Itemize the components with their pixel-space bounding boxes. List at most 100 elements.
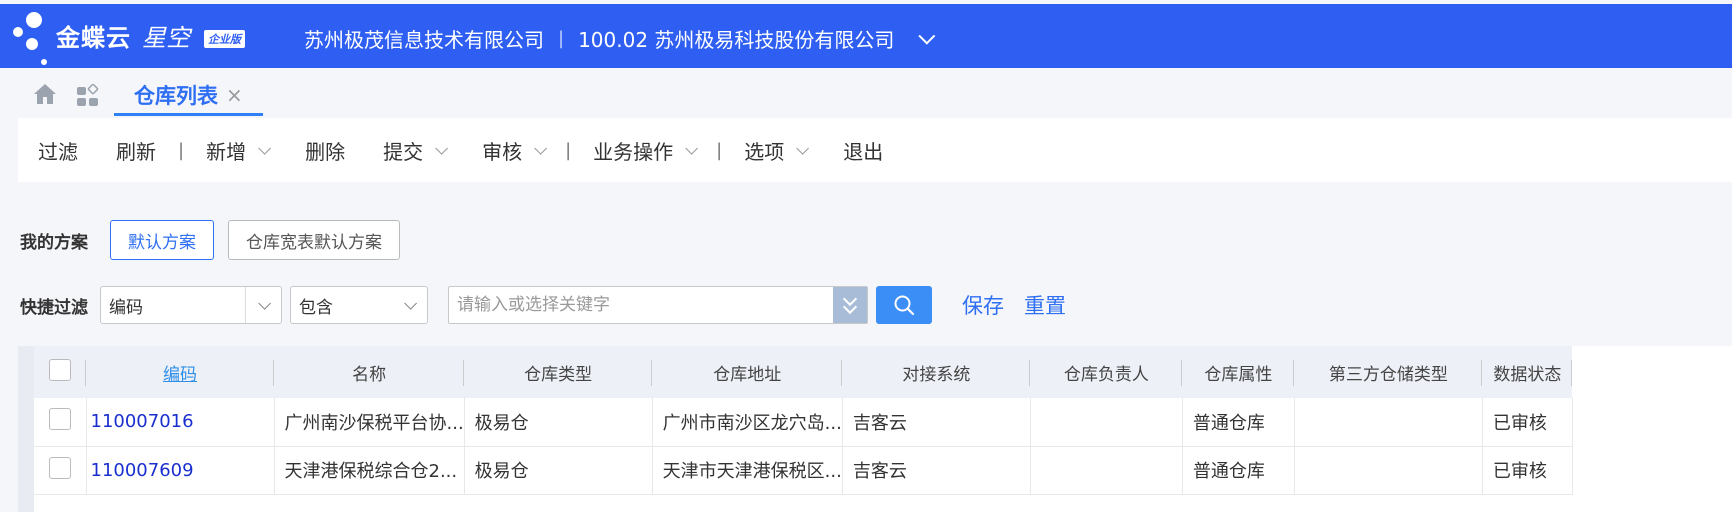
cell-type: 极易仓 [464, 446, 653, 495]
business-label: 业务操作 [593, 139, 674, 164]
search-icon [894, 295, 915, 316]
column-header-attribute[interactable]: 仓库属性 [1182, 346, 1295, 398]
table-row[interactable]: 110007016 广州南沙保税平台协... 极易仓 广州市南沙区龙穴岛... … [34, 398, 1573, 447]
refresh-button[interactable]: 刷新 [116, 136, 156, 165]
logo-dots-icon [13, 12, 47, 65]
reset-link[interactable]: 重置 [1024, 290, 1066, 320]
table-header-row: 编码 名称 仓库类型 仓库地址 对接系统 仓库负责人 仓库属性 第三方仓储类型 … [34, 346, 1573, 398]
edition-badge: 企业版 [204, 30, 245, 48]
exit-button[interactable]: 退出 [843, 136, 883, 165]
toolbar-separator: | [565, 139, 572, 161]
brand-logo[interactable]: 金蝶云 星空 企业版 [0, 4, 250, 68]
chevron-down-icon[interactable] [435, 141, 449, 155]
column-header-type[interactable]: 仓库类型 [464, 346, 653, 398]
grid-row-gutter [18, 346, 34, 512]
cell-address: 广州市南沙区龙穴岛... [652, 398, 843, 447]
add-label: 新增 [206, 139, 247, 164]
toolbar-separator: | [178, 139, 185, 161]
submit-button[interactable]: 提交 [383, 136, 449, 165]
column-header-third-party-type[interactable]: 第三方仓储类型 [1294, 346, 1483, 398]
chevron-down-icon[interactable] [258, 296, 271, 310]
audit-label: 审核 [482, 139, 523, 164]
select-all-checkbox-cell[interactable] [34, 346, 86, 398]
action-toolbar: 过滤 刷新 | 新增 删除 提交 审核 | 业务操作 | 选项 退出 [18, 118, 1732, 182]
select-all-checkbox[interactable] [49, 358, 71, 381]
home-icon[interactable] [32, 82, 58, 106]
column-header-status[interactable]: 数据状态 [1482, 346, 1573, 398]
business-ops-button[interactable]: 业务操作 [593, 136, 699, 165]
quick-filter-bar: 快捷过滤 编码 包含 保存 重置 [20, 286, 1086, 324]
chevron-down-icon[interactable] [534, 141, 548, 155]
search-button[interactable] [876, 286, 932, 324]
tab-warehouse-list[interactable]: 仓库列表 × [114, 76, 263, 116]
column-header-name[interactable]: 名称 [274, 346, 465, 398]
audit-button[interactable]: 审核 [482, 136, 548, 165]
row-checkbox-cell[interactable] [34, 446, 87, 495]
cell-address: 天津市天津港保税区... [652, 446, 843, 495]
warehouse-table: 编码 名称 仓库类型 仓库地址 对接系统 仓库负责人 仓库属性 第三方仓储类型 … [34, 346, 1573, 495]
top-header: 金蝶云 星空 企业版 苏州极茂信息技术有限公司 | 100.02 苏州极易科技股… [0, 4, 1732, 68]
cell-status: 已审核 [1482, 398, 1573, 447]
select-divider [245, 287, 246, 323]
column-header-manager[interactable]: 仓库负责人 [1030, 346, 1183, 398]
delete-label: 删除 [305, 139, 346, 164]
chevron-down-icon[interactable] [404, 296, 417, 310]
options-button[interactable]: 选项 [744, 136, 810, 165]
chevron-down-icon[interactable] [685, 141, 699, 155]
close-icon[interactable]: × [226, 83, 243, 107]
quick-filter-title: 快捷过滤 [20, 297, 88, 318]
filter-operator-select[interactable]: 包含 [290, 286, 428, 324]
warehouse-grid: 编码 名称 仓库类型 仓库地址 对接系统 仓库负责人 仓库属性 第三方仓储类型 … [18, 346, 1732, 512]
cell-type: 极易仓 [464, 398, 653, 447]
cell-manager [1030, 398, 1183, 447]
org-switcher[interactable]: 苏州极茂信息技术有限公司 | 100.02 苏州极易科技股份有限公司 [304, 24, 936, 53]
cell-third-party-type [1294, 446, 1483, 495]
row-checkbox[interactable] [48, 456, 71, 479]
scheme-bar: 我的方案 默认方案 仓库宽表默认方案 [20, 220, 414, 260]
filter-button[interactable]: 过滤 [38, 136, 78, 165]
column-header-code[interactable]: 编码 [86, 346, 274, 398]
keyword-field[interactable] [448, 286, 868, 324]
filter-field-select[interactable]: 编码 [100, 286, 282, 324]
brand-name: 金蝶云 [56, 24, 131, 52]
filter-field-value: 编码 [109, 297, 143, 318]
add-button[interactable]: 新增 [206, 136, 272, 165]
cell-code[interactable]: 110007016 [86, 398, 275, 447]
cell-name: 天津港保税综合仓2... [274, 446, 465, 495]
exit-label: 退出 [843, 139, 884, 164]
cell-third-party-type [1294, 398, 1483, 447]
company-name: 苏州极茂信息技术有限公司 [304, 28, 544, 52]
org-separator: | [558, 28, 565, 49]
cell-attribute: 普通仓库 [1182, 446, 1295, 495]
org-name: 100.02 苏州极易科技股份有限公司 [578, 28, 895, 52]
table-row[interactable]: 110007609 天津港保税综合仓2... 极易仓 天津市天津港保税区... … [34, 446, 1573, 495]
cell-attribute: 普通仓库 [1182, 398, 1295, 447]
chevron-down-icon[interactable] [918, 27, 936, 45]
delete-button[interactable]: 删除 [305, 136, 345, 165]
filter-operator-value: 包含 [299, 297, 333, 318]
chevron-down-icon[interactable] [258, 141, 272, 155]
cell-code[interactable]: 110007609 [86, 446, 275, 495]
row-checkbox-cell[interactable] [34, 398, 87, 447]
row-checkbox[interactable] [48, 408, 71, 431]
refresh-label: 刷新 [116, 139, 156, 164]
chevron-down-icon[interactable] [796, 141, 810, 155]
cell-system: 吉客云 [842, 446, 1031, 495]
keyword-input[interactable] [449, 295, 833, 315]
cell-system: 吉客云 [842, 398, 1031, 447]
tab-label: 仓库列表 [134, 83, 218, 108]
submit-label: 提交 [383, 139, 424, 164]
brand-product: 星空 [142, 24, 190, 52]
scheme-title: 我的方案 [20, 232, 88, 253]
save-link[interactable]: 保存 [962, 290, 1004, 320]
column-header-system[interactable]: 对接系统 [842, 346, 1031, 398]
apps-icon[interactable] [76, 84, 100, 108]
column-header-address[interactable]: 仓库地址 [652, 346, 843, 398]
scheme-default-button[interactable]: 默认方案 [110, 220, 214, 260]
cell-status: 已审核 [1482, 446, 1573, 495]
double-chevron-down-icon[interactable] [833, 287, 867, 323]
filter-label: 过滤 [38, 139, 78, 164]
scheme-wide-table-button[interactable]: 仓库宽表默认方案 [228, 220, 400, 260]
tab-bar: 仓库列表 × [0, 68, 1732, 116]
cell-name: 广州南沙保税平台协... [274, 398, 465, 447]
